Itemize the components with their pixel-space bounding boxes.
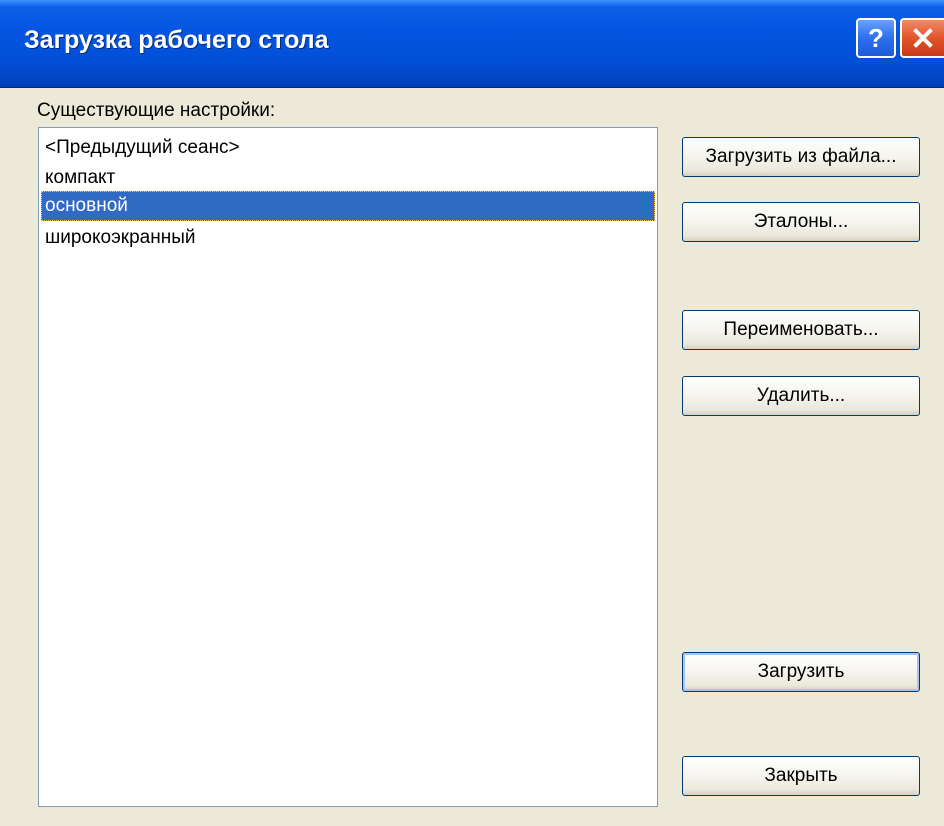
close-icon <box>913 28 933 48</box>
list-item-previous-session[interactable]: <Предыдущий сеанс> <box>41 133 655 163</box>
window-title: Загрузка рабочего стола <box>24 26 329 54</box>
close-button[interactable]: Закрыть <box>682 756 920 796</box>
close-window-button[interactable] <box>900 18 944 58</box>
load-from-file-button[interactable]: Загрузить из файла... <box>682 137 920 177</box>
load-button[interactable]: Загрузить <box>682 652 920 692</box>
list-item-main[interactable]: основной <box>41 191 655 221</box>
defaults-button[interactable]: Эталоны... <box>682 202 920 242</box>
help-button[interactable]: ? <box>856 18 896 58</box>
settings-listbox[interactable]: <Предыдущий сеанс> компакт основной широ… <box>38 127 658 807</box>
title-bar[interactable]: Загрузка рабочего стола ? <box>0 0 944 88</box>
rename-button[interactable]: Переименовать... <box>682 310 920 350</box>
list-item-widescreen[interactable]: широкоэкранный <box>41 223 655 253</box>
delete-button[interactable]: Удалить... <box>682 376 920 416</box>
existing-settings-label: Существующие настройки: <box>37 100 276 121</box>
load-desktop-dialog: Загрузка рабочего стола ? Существующие н… <box>0 0 944 826</box>
list-item-compact[interactable]: компакт <box>41 163 655 193</box>
help-icon: ? <box>868 23 884 53</box>
